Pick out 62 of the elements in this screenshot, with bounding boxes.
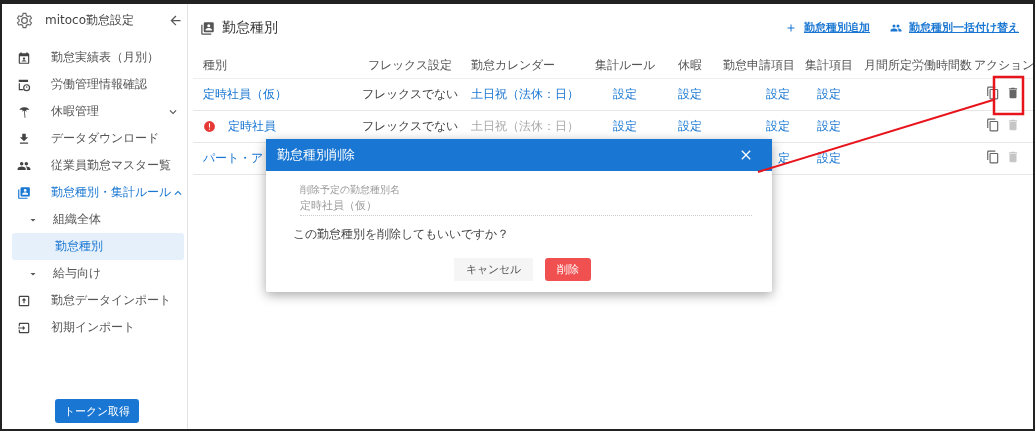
table-link[interactable]: 設定	[766, 119, 791, 133]
cancel-button[interactable]: キャンセル	[454, 258, 533, 281]
settings-icon	[16, 11, 33, 29]
token-button[interactable]: トークン取得	[55, 399, 139, 423]
column-header: 勤怠申請項目	[722, 52, 797, 79]
table-link[interactable]: 設定	[678, 87, 702, 101]
calendar-icon	[17, 50, 31, 65]
nav-item[interactable]: 勤怠種別	[12, 233, 184, 260]
table-link[interactable]: 定時社員（仮）	[203, 87, 287, 101]
copy-button[interactable]	[986, 118, 1001, 132]
nav-item[interactable]: 初期インポート	[2, 314, 184, 341]
clock-icon	[17, 77, 31, 92]
contact-card-icon	[200, 20, 215, 36]
table-link[interactable]: 設定	[816, 87, 841, 101]
nav-item[interactable]: データダウンロード	[2, 125, 184, 152]
name-field[interactable]: 削除予定の勤怠種別名 定時社員（仮）	[300, 183, 752, 216]
palm-tree-icon	[17, 104, 31, 119]
column-header: 勤怠カレンダー	[463, 52, 593, 79]
column-header: 月間所定労働時間数	[861, 52, 974, 79]
table-link[interactable]: 設定	[678, 119, 702, 133]
table-link[interactable]: 設定	[816, 119, 841, 133]
column-header: 集計項目	[796, 52, 862, 79]
table-link[interactable]: 設定	[766, 87, 791, 101]
table-link[interactable]: 設定	[612, 119, 637, 133]
column-header: 休暇	[657, 52, 723, 79]
dialog-title: 勤怠種別削除	[277, 146, 355, 164]
copy-button[interactable]	[986, 150, 1001, 164]
download-icon	[17, 131, 31, 146]
table-link[interactable]: 定時社員	[228, 119, 276, 133]
column-header: アクション	[973, 52, 1033, 79]
nav-item[interactable]: 労働管理情報確認	[2, 71, 184, 98]
table-link[interactable]: 定	[778, 151, 791, 165]
nav-item[interactable]: 休暇管理	[2, 98, 184, 125]
table-link[interactable]: 設定	[612, 87, 637, 101]
nav-item[interactable]: 組織全体	[2, 206, 184, 233]
table-cell: フレックスでない	[361, 119, 458, 133]
delete-button[interactable]: 削除	[545, 258, 591, 281]
upload-icon	[17, 293, 31, 308]
app-title: mitoco勤怠設定	[45, 11, 134, 29]
column-header: 集計ルール	[592, 52, 658, 79]
table-cell: フレックスでない	[361, 87, 458, 101]
table-link: 土日祝（法休：日）	[471, 119, 580, 133]
table-link[interactable]: 土日祝（法休：日）	[471, 87, 580, 101]
nav-item[interactable]: 従業員勤怠マスター覧	[2, 152, 184, 179]
column-header: フレックス設定	[356, 52, 464, 79]
copy-button[interactable]	[986, 86, 1001, 100]
table-link[interactable]: パート・ア	[203, 151, 263, 165]
nav-item[interactable]: 勤怠データインポート	[2, 287, 184, 314]
login-icon	[17, 320, 31, 335]
people-icon	[890, 22, 902, 34]
contact-card-icon	[17, 185, 31, 200]
nav-item[interactable]: 給与向け	[2, 260, 184, 287]
plus-icon	[785, 22, 797, 34]
column-header: 種別	[193, 52, 357, 79]
header-link[interactable]: 勤怠種別追加	[804, 21, 870, 35]
nav-item[interactable]: 勤怠実績表（月別）	[2, 44, 184, 71]
confirm-message: この勤怠種別を削除してもいいですか？	[293, 226, 510, 243]
table-link[interactable]: 設定	[816, 151, 841, 165]
header-link[interactable]: 勤怠種別一括付け替え	[909, 21, 1019, 35]
highlight-box	[992, 75, 1025, 116]
page-title: 勤怠種別	[222, 19, 278, 37]
nav-item[interactable]: 勤怠種別・集計ルール	[2, 179, 184, 206]
